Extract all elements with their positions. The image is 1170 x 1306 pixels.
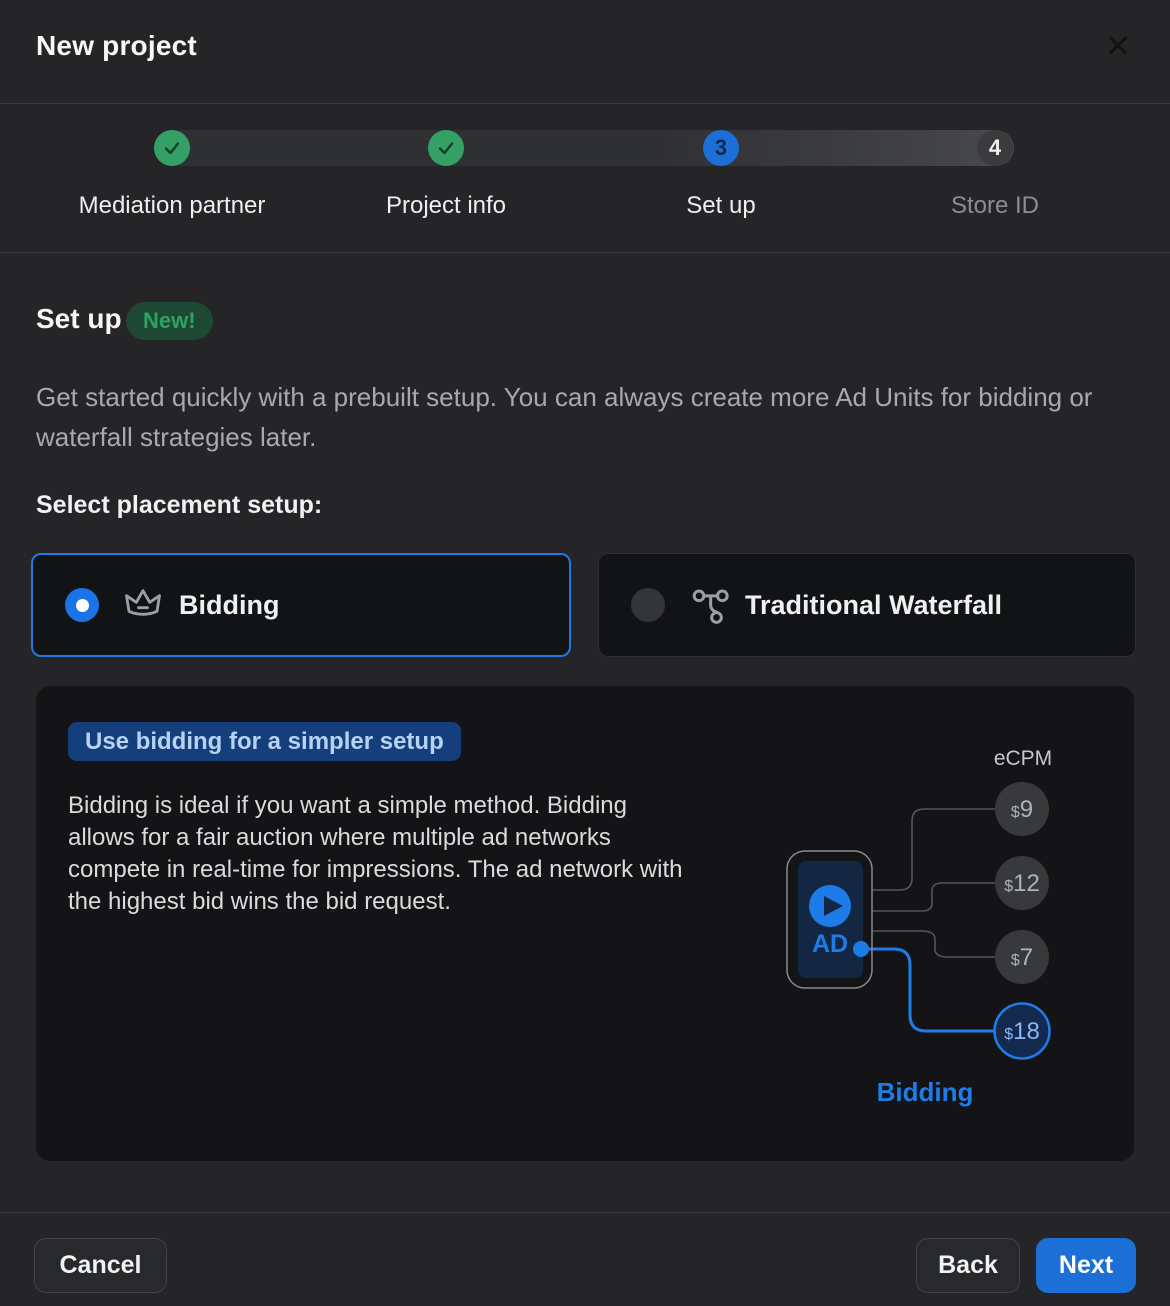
select-placement-label: Select placement setup:: [36, 491, 322, 520]
step-complete-circle: [428, 130, 464, 166]
footer-divider: [0, 1212, 1170, 1213]
step-label: Project info: [386, 192, 506, 220]
stepper-divider: [0, 252, 1170, 253]
new-project-dialog: New project ✕ Mediation partner Project …: [0, 0, 1170, 1306]
ecpm-bubble: $7: [995, 930, 1049, 984]
close-icon: ✕: [1105, 30, 1132, 62]
new-badge: New!: [126, 302, 213, 340]
step-complete-circle: [154, 130, 190, 166]
step-label: Store ID: [951, 192, 1039, 220]
dialog-title: New project: [36, 30, 197, 62]
stepper-step-project-info[interactable]: Project info: [309, 104, 583, 220]
cancel-button[interactable]: Cancel: [34, 1238, 167, 1293]
ad-label: AD: [812, 930, 848, 958]
step-number-circle: 3: [703, 130, 739, 166]
step-label: Set up: [686, 192, 755, 220]
crown-icon: [123, 585, 163, 625]
info-badge: Use bidding for a simpler setup: [68, 722, 461, 761]
winning-bid-line: [861, 949, 994, 1031]
stepper-step-mediation-partner[interactable]: Mediation partner: [35, 104, 309, 220]
option-label: Bidding: [179, 590, 279, 621]
next-button[interactable]: Next: [1036, 1238, 1136, 1293]
close-button[interactable]: ✕: [1096, 24, 1140, 68]
step-label: Mediation partner: [79, 192, 266, 220]
connector-line: [872, 931, 995, 957]
bidding-info-panel: Use bidding for a simpler setup Bidding …: [36, 686, 1134, 1161]
bid-dot: [853, 941, 869, 957]
ecpm-bubble: $12: [995, 856, 1049, 910]
stepper-step-set-up[interactable]: 3 Set up: [584, 104, 858, 220]
stepper-step-store-id[interactable]: 4 Store ID: [858, 104, 1132, 220]
option-card-bidding[interactable]: Bidding: [31, 553, 571, 657]
bidding-description: Bidding is ideal if you want a simple me…: [68, 790, 700, 918]
option-card-traditional-waterfall[interactable]: Traditional Waterfall: [598, 553, 1136, 657]
radio-unselected[interactable]: [631, 588, 665, 622]
ecpm-bubble-winner: $18: [995, 1004, 1050, 1059]
section-description: Get started quickly with a prebuilt setu…: [36, 377, 1128, 457]
wizard-stepper: Mediation partner Project info 3 Set up …: [0, 104, 1170, 252]
connector-line: [872, 883, 995, 911]
ecpm-bubble: $9: [995, 782, 1049, 836]
connector-line: [872, 809, 995, 890]
check-icon: [161, 137, 183, 159]
illustration-caption: Bidding: [877, 1077, 974, 1107]
radio-selected[interactable]: [65, 588, 99, 622]
step-number-circle: 4: [977, 130, 1013, 166]
waterfall-icon: [689, 585, 729, 625]
check-icon: [435, 137, 457, 159]
option-label: Traditional Waterfall: [745, 590, 1002, 621]
bidding-illustration: eCPM AD $9 $12: [760, 716, 1140, 1121]
ecpm-label: eCPM: [994, 747, 1052, 770]
back-button[interactable]: Back: [916, 1238, 1020, 1293]
section-heading: Set up: [36, 303, 122, 335]
